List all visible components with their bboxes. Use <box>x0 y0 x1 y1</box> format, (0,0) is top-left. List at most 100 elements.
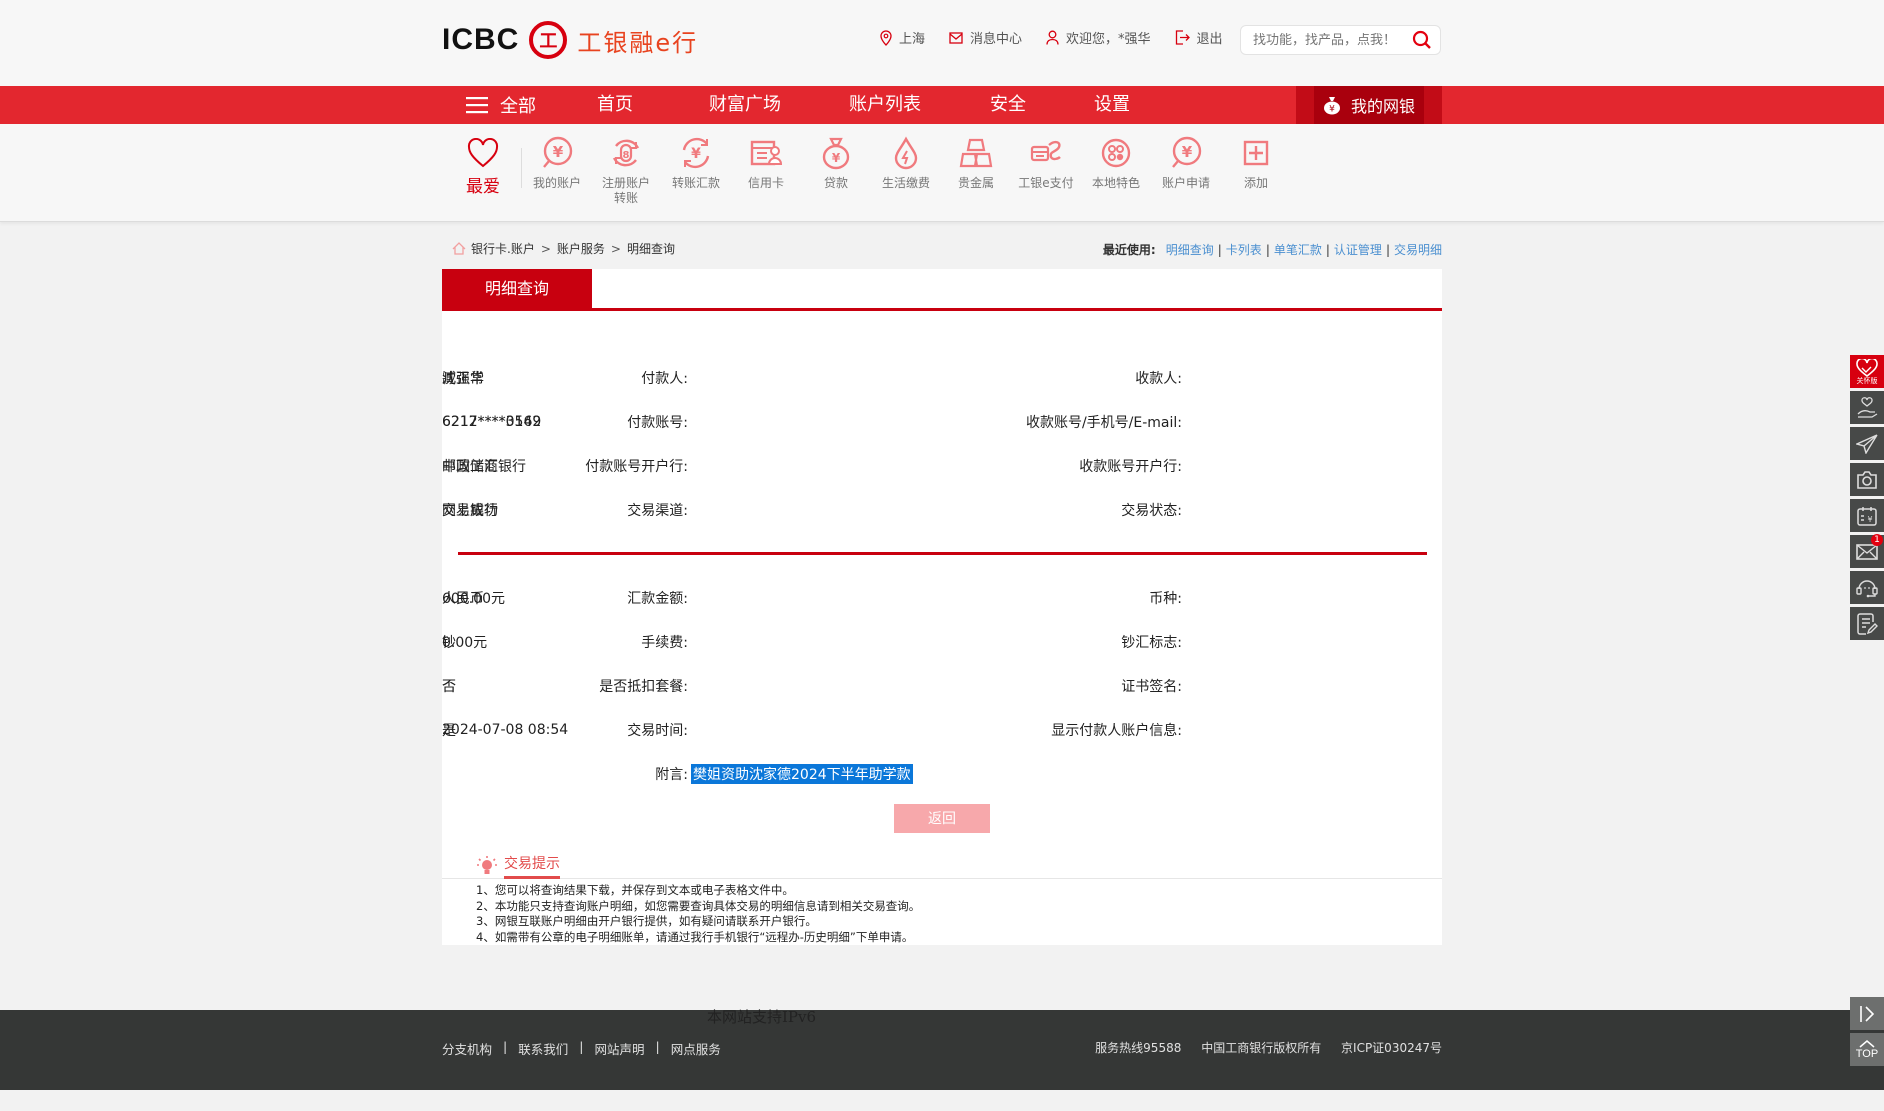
footer-info: 服务热线95588 中国工商银行版权所有 京ICP证030247号 <box>1079 1039 1442 1056</box>
home-icon[interactable] <box>452 242 466 255</box>
field-value: 6217****3169 <box>442 414 542 430</box>
field-value: 钞 <box>442 635 456 651</box>
recent-label: 最近使用: <box>1102 243 1156 257</box>
shortcut-label: 本地特色 <box>1091 176 1140 190</box>
shortcut-label: 我的账户 <box>532 176 581 190</box>
message-center-text: 消息中心 <box>970 32 1023 47</box>
ipv6-notice: 本网站支持IPv6 <box>707 1008 817 1026</box>
heart-icon <box>467 138 499 168</box>
detail-row: 付款账号开户行: 中国工商银行 收款账号开户行: 邮政储汇 <box>442 456 1442 476</box>
credit-card-icon <box>750 140 783 166</box>
epay-icon <box>1030 140 1061 162</box>
section-divider <box>458 552 1427 555</box>
shortcut-register-transfer[interactable]: 8 注册账户 转账 <box>591 136 661 206</box>
shortcut-bar: 最爱 ¥ 我的账户 8 注册账户 转账 ¥ 转账汇款 信用卡 ¥ 贷款 生活缴费 … <box>0 124 1884 222</box>
nav-settings[interactable]: 设置 <box>1094 86 1130 124</box>
recent-link[interactable]: 卡列表 <box>1226 241 1262 258</box>
float-calendar-button[interactable]: ¥ <box>1850 499 1884 532</box>
float-send-button[interactable] <box>1850 427 1884 460</box>
float-mail-button[interactable]: 1 <box>1850 534 1884 568</box>
shortcut-epay[interactable]: 工银e支付 <box>1011 136 1081 191</box>
field-value: 交易成功 <box>442 503 498 519</box>
breadcrumb-item[interactable]: 账户服务 <box>557 240 605 257</box>
recent-link[interactable]: 认证管理 <box>1334 241 1382 258</box>
paper-plane-icon <box>1856 433 1878 454</box>
back-to-top-button[interactable]: TOP <box>1850 1033 1884 1066</box>
footer-link-statement[interactable]: 网站声明 <box>594 1039 644 1058</box>
footer-link-contact[interactable]: 联系我们 <box>518 1039 568 1058</box>
shortcut-credit-card[interactable]: 信用卡 <box>731 136 801 191</box>
user-welcome[interactable]: 欢迎您，*强华 <box>1046 28 1151 47</box>
nav-account-list[interactable]: 账户列表 <box>849 86 921 124</box>
tip-item: 2、本功能只支持查询账户明细，如您需要查询具体交易的明细信息请到相关交易查询。 <box>476 898 921 913</box>
shortcut-label: 工银e支付 <box>1018 176 1074 190</box>
field-label: 收款人: <box>1135 371 1182 387</box>
money-bag-icon: ¥ <box>822 137 850 170</box>
yuan-search-icon: ¥ <box>543 136 573 168</box>
shortcut-label: 贵金属 <box>957 176 994 190</box>
footer-link-branches[interactable]: 分支机构 <box>442 1039 492 1058</box>
breadcrumb-item[interactable]: 银行卡.账户 <box>471 240 535 257</box>
nav-security[interactable]: 安全 <box>990 86 1026 124</box>
shortcut-transfer[interactable]: ¥ 转账汇款 <box>661 136 731 191</box>
shortcut-label: 账户申请 <box>1161 176 1210 190</box>
tab-detail-query[interactable]: 明细查询 <box>442 269 592 311</box>
tips-list: 1、您可以将查询结果下载，并保存到文本或电子表格文件中。 2、本功能只支持查询账… <box>476 883 920 945</box>
back-button[interactable]: 返回 <box>894 804 990 833</box>
tip-item: 1、您可以将查询结果下载，并保存到文本或电子表格文件中。 <box>476 883 794 897</box>
recent-link[interactable]: 交易明细 <box>1394 241 1442 258</box>
detail-row: 手续费: 0.00元 钞汇标志: 钞 <box>442 632 1442 652</box>
money-bag-icon: ¥ <box>1323 97 1340 115</box>
float-feedback-button[interactable] <box>1850 607 1884 640</box>
my-bank-button[interactable]: ¥ 我的网银 <box>1296 86 1442 124</box>
shortcut-loan[interactable]: ¥ 贷款 <box>801 136 871 191</box>
message-center-link[interactable]: 消息中心 <box>949 28 1022 47</box>
recent-link[interactable]: 明细查询 <box>1166 241 1214 258</box>
svg-text:¥: ¥ <box>1182 143 1193 161</box>
main-nav: 全部 首页 财富广场 账户列表 安全 设置 ¥ 我的网银 <box>0 86 1884 124</box>
calendar-yuan-icon: ¥ <box>1857 506 1877 526</box>
mail-badge: 1 <box>1871 534 1883 546</box>
float-customer-service-button[interactable] <box>1850 571 1884 604</box>
shortcut-account-apply[interactable]: ¥ 账户申请 <box>1151 136 1221 191</box>
favorites-label: 最爱 <box>466 177 500 197</box>
float-care-hand-button[interactable] <box>1850 391 1884 424</box>
tip-item: 3、网银互联账户明细由开户银行提供，如有疑问请联系开户银行。 <box>476 914 817 929</box>
footer-link-outlets[interactable]: 网点服务 <box>671 1039 721 1058</box>
icbc-logo[interactable]: ICBC 工 工银融e行 <box>442 20 698 60</box>
search-button[interactable] <box>1412 30 1432 54</box>
collapse-float-button[interactable] <box>1850 997 1884 1030</box>
logout-link[interactable]: 退出 <box>1175 28 1223 47</box>
shortcut-label: 生活缴费 <box>881 176 930 190</box>
float-camera-button[interactable] <box>1850 463 1884 496</box>
svg-text:¥: ¥ <box>553 143 564 161</box>
icp-license[interactable]: 京ICP证030247号 <box>1341 1041 1442 1055</box>
nav-home[interactable]: 首页 <box>597 86 633 124</box>
account-apply-icon: ¥ <box>1172 136 1202 168</box>
svg-text:8: 8 <box>623 150 630 161</box>
shortcut-my-account[interactable]: ¥ 我的账户 <box>522 136 592 191</box>
shortcut-utility-payment[interactable]: 生活缴费 <box>871 136 941 191</box>
hamburger-icon <box>466 97 488 114</box>
shortcut-local-features[interactable]: 本地特色 <box>1081 136 1151 191</box>
search-input[interactable] <box>1253 32 1403 48</box>
favorites-button[interactable]: 最爱 <box>462 138 504 197</box>
breadcrumb-current: 明细查询 <box>626 242 675 256</box>
nav-wealth-plaza[interactable]: 财富广场 <box>709 86 781 124</box>
shortcut-add[interactable]: 添加 <box>1221 136 1291 191</box>
field-label: 附言: <box>655 767 688 783</box>
shortcut-precious-metals[interactable]: 贵金属 <box>941 136 1011 191</box>
location-link[interactable]: 上海 <box>880 28 925 47</box>
all-menu-label: 全部 <box>500 96 536 117</box>
all-menu-button[interactable]: 全部 <box>466 86 536 124</box>
detail-row: 付款账号: 6212****0542 收款账号/手机号/E-mail: 6217… <box>442 412 1442 432</box>
lightbulb-icon <box>477 856 497 874</box>
svg-text:¥: ¥ <box>691 146 701 162</box>
care-mode-button[interactable]: 关怀版 <box>1850 355 1884 388</box>
logout-icon <box>1175 30 1190 45</box>
add-icon <box>1243 140 1269 166</box>
footer-links: 分支机构 | 联系我们 | 网站声明 | 网点服务 <box>442 1039 721 1058</box>
local-icon <box>1101 138 1131 168</box>
utility-drop-icon <box>894 136 918 170</box>
recent-link[interactable]: 单笔汇款 <box>1274 241 1322 258</box>
